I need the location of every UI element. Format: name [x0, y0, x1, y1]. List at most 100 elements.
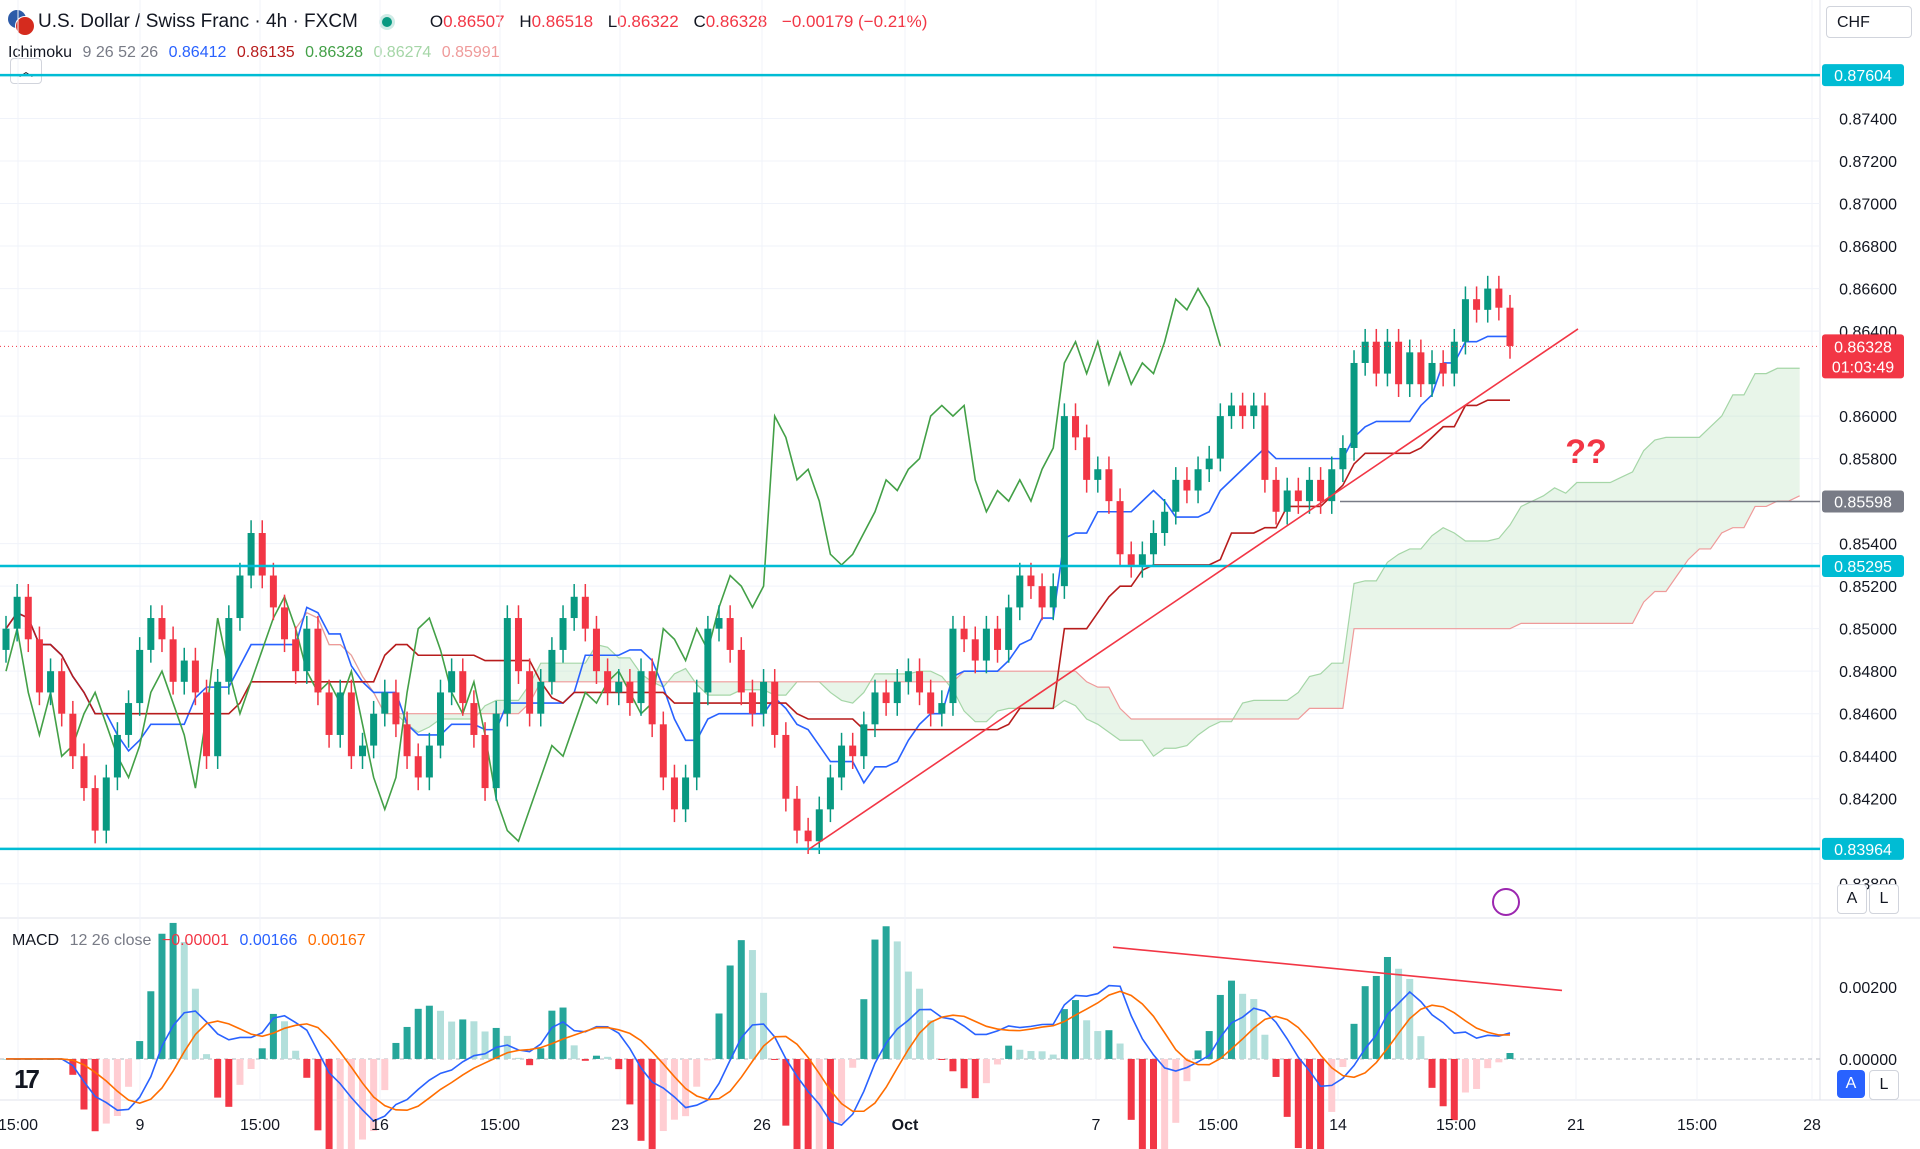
macd-histogram-bar	[1060, 1009, 1068, 1059]
candle-down	[849, 745, 857, 757]
candle-up	[815, 809, 823, 842]
y-tick-label: 0.85800	[1839, 452, 1897, 469]
macd-histogram-bar	[659, 1058, 667, 1132]
candle-down	[470, 703, 478, 735]
macd-histogram-bar	[125, 1058, 133, 1087]
y-tick-label: 0.84200	[1839, 792, 1897, 809]
candle-up	[1428, 362, 1436, 385]
macd-histogram-bar	[1049, 1054, 1057, 1059]
candle-up	[1205, 458, 1213, 470]
macd-log-scale-button[interactable]: L	[1869, 1070, 1899, 1100]
candle-up	[1172, 479, 1180, 512]
candle-down	[269, 575, 277, 608]
macd-histogram-bar	[1473, 1058, 1481, 1089]
candle-up	[1060, 416, 1068, 587]
macd-histogram-bar	[1484, 1058, 1492, 1069]
candle-down	[1183, 479, 1191, 491]
macd-histogram-bar	[247, 1058, 255, 1070]
macd-histogram-bar	[503, 1035, 511, 1059]
candle-up	[1484, 288, 1492, 310]
candle-up	[247, 533, 255, 576]
y-tick-label: 0.85200	[1839, 579, 1897, 596]
candle-down	[325, 692, 333, 735]
macd-line-value: 0.00166	[239, 932, 298, 949]
auto-scale-button[interactable]: A	[1837, 884, 1867, 914]
candle-down	[69, 713, 77, 757]
x-tick-label: 16	[371, 1117, 389, 1134]
candle-down	[35, 639, 43, 693]
candle-up	[715, 618, 723, 629]
candle-up	[214, 681, 222, 757]
macd-histogram-bar	[648, 1058, 656, 1149]
candle-down	[347, 692, 355, 757]
candle-down	[748, 692, 756, 714]
macd-histogram-bar	[102, 1058, 110, 1124]
candle-down	[403, 724, 411, 757]
candle-up	[1350, 362, 1358, 448]
macd-histogram-bar	[1105, 1030, 1113, 1059]
ichimoku-cloud	[295, 368, 1800, 757]
macd-label: MACD	[12, 932, 60, 949]
macd-histogram-bar	[982, 1058, 990, 1084]
x-tick-label: 15:00	[480, 1117, 520, 1134]
macd-legend[interactable]: MACD 12 26 close −0.00001 0.00166 0.0016…	[12, 932, 372, 950]
macd-histogram-bar	[1183, 1058, 1191, 1082]
candle-up	[47, 671, 55, 693]
candle-up	[893, 681, 901, 704]
candle-down	[771, 681, 779, 735]
macd-histogram-bar	[994, 1058, 1002, 1065]
macd-histogram-bar	[860, 999, 868, 1059]
candle-up	[982, 628, 990, 661]
macd-histogram-bar	[403, 1026, 411, 1059]
candle-up	[1161, 511, 1169, 534]
macd-histogram-bar	[1372, 975, 1380, 1059]
macd-histogram-bar	[938, 1058, 946, 1060]
candle-down	[626, 681, 634, 704]
macd-histogram-bar	[1495, 1058, 1503, 1063]
macd-histogram-bar	[1027, 1051, 1035, 1059]
macd-histogram-bar	[1016, 1049, 1024, 1059]
macd-histogram-bar	[1272, 1058, 1280, 1077]
candle-up	[381, 692, 389, 714]
ichimoku-cloud-area	[295, 368, 1800, 757]
candle-down	[203, 692, 211, 757]
macd-histogram-bar	[336, 1058, 344, 1149]
macd-histogram-bar	[1239, 993, 1247, 1059]
y-tick-label: 0.86800	[1839, 239, 1897, 256]
candle-up	[225, 618, 233, 682]
candle-down	[1116, 501, 1124, 555]
candle-up	[1049, 586, 1057, 608]
candle-down	[481, 734, 489, 789]
candle-up	[1283, 490, 1291, 512]
y-tick-label: 0.86000	[1839, 409, 1897, 426]
macd-histogram-bar	[1072, 1000, 1080, 1059]
macd-histogram-bar	[292, 1050, 300, 1059]
log-scale-button[interactable]: L	[1869, 884, 1899, 914]
candle-down	[24, 596, 32, 640]
macd-histogram-bar	[492, 1027, 500, 1059]
macd-signal-value: 0.00167	[307, 932, 366, 949]
candle-up	[503, 618, 511, 714]
candle-up	[949, 628, 957, 704]
macd-histogram-bar	[604, 1056, 612, 1059]
macd-histogram-bar	[459, 1019, 467, 1059]
macd-histogram-bar	[203, 1054, 211, 1059]
y-tick-label: 0.84600	[1839, 707, 1897, 724]
y-tick-label: 0.87200	[1839, 154, 1897, 171]
macd-auto-scale-button[interactable]: A	[1837, 1070, 1865, 1098]
macd-histogram-bar	[1149, 1058, 1157, 1149]
current-price-label: 0.86328	[1834, 339, 1892, 356]
candle-down	[526, 671, 534, 714]
macd-histogram-bar	[559, 1007, 567, 1059]
candle-up	[1216, 416, 1224, 459]
macd-params: 12 26 close	[69, 932, 152, 949]
y-tick-label: 0.86600	[1839, 282, 1897, 299]
price-chart[interactable]: ?? 0.87400 0.87200 0.87000 0.86800 0.86600 0.…	[0, 0, 1920, 1149]
macd-histogram-bar	[916, 988, 924, 1059]
macd-tick-label: 0.00200	[1839, 980, 1897, 997]
candle-down	[258, 533, 266, 576]
macd-histogram-bar	[1383, 956, 1391, 1059]
candle-up	[938, 703, 946, 714]
candle-down	[916, 671, 924, 693]
macd-histogram-bar	[470, 1021, 478, 1059]
